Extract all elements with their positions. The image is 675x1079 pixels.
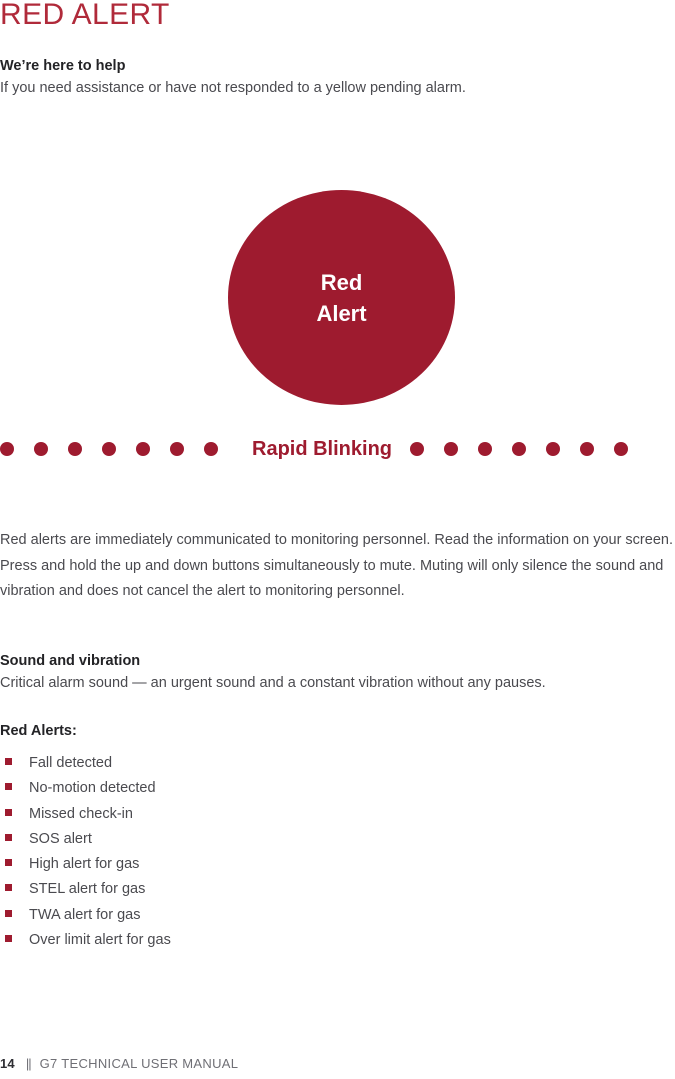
intro-heading: We’re here to help bbox=[0, 58, 126, 74]
list-item-label: High alert for gas bbox=[29, 856, 140, 873]
blink-dot-icon bbox=[580, 442, 594, 456]
list-item: TWA alert for gas bbox=[0, 903, 675, 928]
blink-dot-icon bbox=[0, 442, 14, 456]
footer-manual-title: G7 TECHNICAL USER MANUAL bbox=[39, 1056, 239, 1071]
list-item-label: Fall detected bbox=[29, 755, 113, 771]
blink-dot-icon bbox=[614, 442, 628, 456]
blink-dot-icon bbox=[410, 442, 424, 456]
list-item: No-motion detected bbox=[0, 776, 675, 801]
red-alert-circle-shape: Red Alert bbox=[228, 190, 455, 405]
rapid-blinking-label: Rapid Blinking bbox=[252, 437, 392, 460]
sound-and-vibration-section: Sound and vibration Critical alarm sound… bbox=[0, 652, 675, 693]
blink-dot-icon bbox=[102, 442, 116, 456]
red-alert-badge: Red Alert bbox=[228, 190, 455, 405]
sound-section-heading: Sound and vibration bbox=[0, 653, 141, 669]
square-bullet-icon bbox=[5, 808, 12, 816]
blink-dot-icon bbox=[170, 442, 184, 456]
list-item: SOS alert bbox=[0, 827, 675, 852]
red-alert-label-line2: Alert bbox=[316, 300, 367, 326]
square-bullet-icon bbox=[5, 909, 12, 917]
red-alerts-section: Red Alerts: Fall detected No-motion dete… bbox=[0, 722, 675, 953]
square-bullet-icon bbox=[5, 859, 12, 867]
blink-dot-icon bbox=[204, 442, 218, 456]
red-alerts-list: Fall detected No-motion detected Missed … bbox=[0, 751, 675, 953]
list-item: High alert for gas bbox=[0, 852, 675, 877]
list-item-label: Missed check-in bbox=[29, 805, 133, 822]
list-item-label: Over limit alert for gas bbox=[29, 932, 171, 949]
list-item: Over limit alert for gas bbox=[0, 928, 675, 953]
blink-dot-icon bbox=[512, 442, 526, 456]
list-item-label: STEL alert for gas bbox=[29, 881, 146, 898]
footer-separator: || bbox=[25, 1056, 32, 1071]
intro-body-text: If you need assistance or have not respo… bbox=[0, 80, 466, 96]
blink-dot-icon bbox=[68, 442, 82, 456]
blink-dot-icon bbox=[546, 442, 560, 456]
main-description-paragraph: Red alerts are immediately communicated … bbox=[0, 532, 673, 599]
square-bullet-icon bbox=[5, 758, 12, 765]
sound-section-body: Critical alarm sound — an urgent sound a… bbox=[0, 675, 546, 691]
blink-dots-left bbox=[0, 442, 238, 456]
list-item: Missed check-in bbox=[0, 802, 675, 827]
square-bullet-icon bbox=[5, 935, 12, 943]
square-bullet-icon bbox=[5, 783, 12, 791]
footer-page-number: 14 bbox=[0, 1056, 15, 1071]
list-item-label: No-motion detected bbox=[29, 780, 156, 797]
page-title: RED ALERT bbox=[0, 0, 170, 31]
square-bullet-icon bbox=[5, 884, 12, 892]
list-item-label: SOS alert bbox=[29, 830, 92, 847]
red-alerts-heading: Red Alerts: bbox=[0, 723, 77, 739]
blink-dot-icon bbox=[34, 442, 48, 456]
square-bullet-icon bbox=[5, 833, 12, 841]
rapid-blinking-indicator: Rapid Blinking bbox=[0, 432, 675, 466]
list-item: Fall detected bbox=[0, 751, 675, 776]
intro-section: We’re here to help If you need assistanc… bbox=[0, 57, 675, 98]
blink-dot-icon bbox=[136, 442, 150, 456]
list-item-label: TWA alert for gas bbox=[29, 906, 141, 923]
list-item: STEL alert for gas bbox=[0, 877, 675, 902]
page-footer: 14 || G7 TECHNICAL USER MANUAL bbox=[0, 1056, 675, 1071]
blink-dot-icon bbox=[478, 442, 492, 456]
red-alert-label-line1: Red bbox=[320, 269, 363, 295]
blink-dot-icon bbox=[444, 442, 458, 456]
blink-dots-right bbox=[410, 442, 628, 456]
